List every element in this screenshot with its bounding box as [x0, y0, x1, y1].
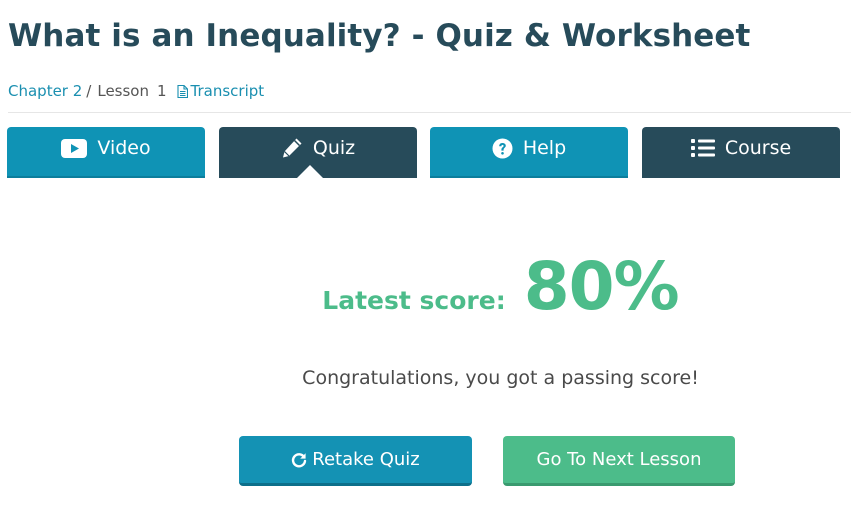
breadcrumb-lesson-label: Lesson: [97, 82, 149, 100]
retake-quiz-button[interactable]: Retake Quiz: [239, 436, 472, 486]
divider: [8, 112, 851, 113]
result-message: Congratulations, you got a passing score…: [302, 367, 699, 389]
next-lesson-label: Go To Next Lesson: [536, 449, 702, 470]
question-circle-icon: [492, 137, 513, 159]
tab-course[interactable]: Course: [642, 127, 840, 178]
score-display: Latest score: 80%: [0, 248, 851, 325]
play-icon: [61, 137, 88, 159]
breadcrumb-separator: /: [86, 82, 92, 100]
next-lesson-button[interactable]: Go To Next Lesson: [503, 436, 735, 486]
breadcrumb-lesson-number: 1: [157, 82, 167, 100]
score-label: Latest score:: [322, 286, 506, 315]
tab-help-label: Help: [522, 137, 567, 159]
document-icon: [176, 84, 188, 98]
score-value: 80%: [523, 248, 680, 325]
page-title: What is an Inequality? - Quiz & Workshee…: [8, 18, 751, 54]
quiz-result-page: What is an Inequality? - Quiz & Workshee…: [0, 0, 851, 506]
list-icon: [690, 137, 715, 159]
tab-video-label: Video: [97, 137, 151, 159]
breadcrumb: Chapter 2 / Lesson 1 Transcript: [8, 82, 264, 100]
tab-course-label: Course: [724, 137, 792, 159]
refresh-icon: [291, 452, 307, 468]
breadcrumb-chapter-link[interactable]: Chapter 2: [8, 82, 82, 100]
pencil-icon: [281, 137, 303, 159]
tab-help[interactable]: Help: [430, 127, 628, 178]
transcript-label: Transcript: [190, 82, 265, 100]
tab-quiz-label: Quiz: [312, 137, 356, 159]
lesson-tabs: Video Quiz Help Course: [7, 127, 840, 179]
transcript-link[interactable]: Transcript: [176, 82, 265, 100]
tab-video[interactable]: Video: [7, 127, 205, 178]
retake-quiz-label: Retake Quiz: [312, 449, 420, 470]
active-tab-indicator: [297, 165, 323, 178]
